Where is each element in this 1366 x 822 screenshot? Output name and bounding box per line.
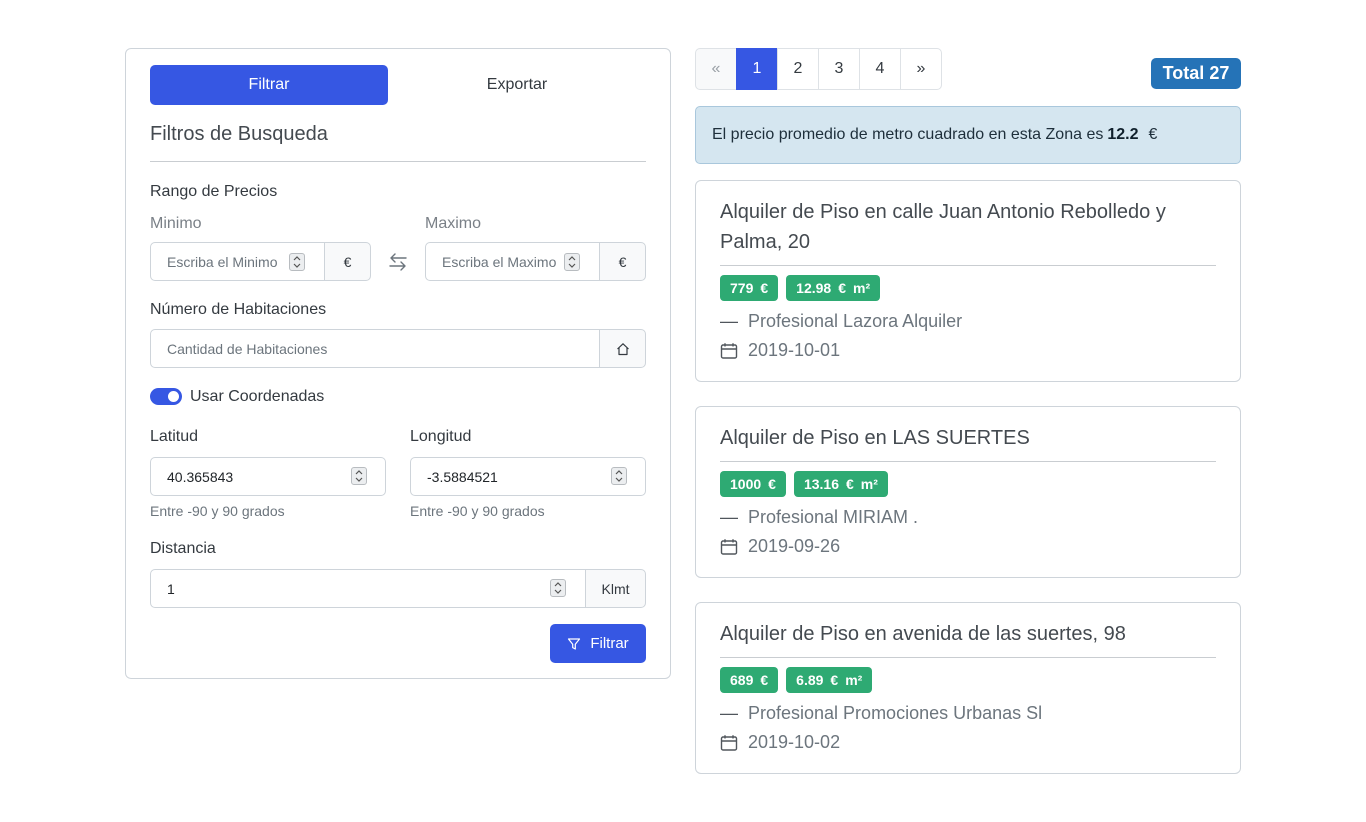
distance-unit-addon: Klmt: [585, 569, 646, 608]
use-coordinates-toggle[interactable]: [150, 388, 182, 405]
longitude-label: Longitud: [410, 428, 472, 445]
min-currency-addon: €: [324, 242, 371, 281]
divider: [720, 657, 1216, 658]
dash-icon: —: [720, 703, 738, 723]
price-per-m2-badge: 6.89 € m²: [786, 667, 873, 693]
max-price-label: Maximo: [425, 215, 482, 232]
price-per-m2-badge: 13.16 € m²: [793, 471, 888, 497]
calendar-icon: [720, 342, 738, 359]
longitude-stepper[interactable]: [611, 467, 627, 485]
alert-text: El precio promedio de metro cuadrado en …: [712, 126, 1104, 143]
rooms-placeholder: Cantidad de Habitaciones: [167, 340, 328, 357]
calendar-icon: [720, 734, 738, 751]
total-badge: Total 27: [1151, 58, 1241, 89]
distance-label: Distancia: [150, 540, 216, 557]
max-price-placeholder: Escriba el Maximo: [442, 253, 557, 270]
listing-agent: — Profesional MIRIAM .: [720, 507, 918, 528]
listing-agent: — Profesional Promociones Urbanas Sl: [720, 703, 1042, 724]
calendar-icon: [720, 538, 738, 555]
pagination: « 1 2 3 4 »: [695, 48, 942, 90]
dash-icon: —: [720, 507, 738, 527]
agent-name: Profesional Promociones Urbanas Sl: [748, 703, 1043, 723]
listing-title[interactable]: Alquiler de Piso en calle Juan Antonio R…: [720, 197, 1190, 257]
date-value: 2019-10-01: [748, 340, 841, 360]
pagination-next[interactable]: »: [900, 48, 942, 90]
rooms-input[interactable]: Cantidad de Habitaciones: [150, 329, 600, 368]
price-per-m2-badge: 12.98 € m²: [786, 275, 881, 301]
distance-input[interactable]: 1: [150, 569, 586, 608]
pagination-page-3[interactable]: 3: [818, 48, 860, 90]
min-price-placeholder: Escriba el Minimo: [167, 253, 278, 270]
listing-card[interactable]: Alquiler de Piso en avenida de las suert…: [695, 602, 1241, 774]
total-value: 27: [1209, 63, 1230, 83]
distance-value: 1: [167, 580, 175, 597]
price-badge: 689 €: [720, 667, 779, 693]
listing-date: 2019-09-26: [720, 536, 840, 557]
price-badges: 1000 € 13.16 € m²: [720, 471, 888, 497]
pagination-page-2[interactable]: 2: [777, 48, 819, 90]
price-badge: 779 €: [720, 275, 779, 301]
average-price-alert: El precio promedio de metro cuadrado en …: [695, 106, 1241, 164]
listing-card[interactable]: Alquiler de Piso en calle Juan Antonio R…: [695, 180, 1241, 382]
distance-stepper[interactable]: [550, 579, 566, 597]
listing-title[interactable]: Alquiler de Piso en LAS SUERTES: [720, 423, 1190, 453]
min-price-stepper[interactable]: [289, 253, 305, 271]
latitude-help: Entre -90 y 90 grados: [150, 503, 285, 519]
filter-submit-button[interactable]: Filtrar: [550, 624, 646, 663]
alert-currency: €: [1148, 126, 1158, 143]
listing-agent: — Profesional Lazora Alquiler: [720, 311, 962, 332]
swap-arrows-icon: [389, 253, 407, 271]
max-currency-addon: €: [599, 242, 646, 281]
price-badges: 779 € 12.98 € m²: [720, 275, 881, 301]
listing-card[interactable]: Alquiler de Piso en LAS SUERTES 1000 € 13…: [695, 406, 1241, 578]
pagination-prev[interactable]: «: [695, 48, 737, 90]
alert-value: 12.2: [1107, 126, 1139, 143]
filters-title: Filtros de Busqueda: [150, 123, 328, 145]
house-icon: [616, 342, 629, 355]
max-price-stepper[interactable]: [564, 253, 580, 271]
dash-icon: —: [720, 311, 738, 331]
date-value: 2019-09-26: [748, 536, 841, 556]
listing-date: 2019-10-01: [720, 340, 840, 361]
min-price-label: Minimo: [150, 215, 202, 232]
tab-export[interactable]: Exportar: [398, 65, 636, 105]
latitude-value: 40.365843: [167, 468, 234, 485]
listing-title[interactable]: Alquiler de Piso en avenida de las suert…: [720, 619, 1190, 649]
longitude-help: Entre -90 y 90 grados: [410, 503, 545, 519]
divider: [720, 461, 1216, 462]
total-label: Total: [1162, 63, 1205, 83]
tab-filter[interactable]: Filtrar: [150, 65, 388, 105]
agent-name: Profesional MIRIAM .: [748, 507, 919, 527]
price-badge: 1000 €: [720, 471, 786, 497]
latitude-label: Latitud: [150, 428, 199, 445]
use-coordinates-label: Usar Coordenadas: [190, 388, 325, 405]
price-range-label: Rango de Precios: [150, 183, 278, 200]
divider: [720, 265, 1216, 266]
filter-panel: Filtrar Exportar Filtros de Busqueda Ran…: [125, 48, 671, 679]
filter-submit-label: Filtrar: [590, 635, 629, 652]
date-value: 2019-10-02: [748, 732, 841, 752]
rooms-label: Número de Habitaciones: [150, 301, 327, 318]
rooms-addon: [599, 329, 646, 368]
listing-date: 2019-10-02: [720, 732, 840, 753]
agent-name: Profesional Lazora Alquiler: [748, 311, 963, 331]
divider: [150, 161, 646, 162]
funnel-icon: [568, 637, 581, 650]
pagination-page-1[interactable]: 1: [736, 48, 778, 90]
pagination-page-4[interactable]: 4: [859, 48, 901, 90]
price-badges: 689 € 6.89 € m²: [720, 667, 873, 693]
latitude-stepper[interactable]: [351, 467, 367, 485]
longitude-value: -3.5884521: [427, 468, 498, 485]
